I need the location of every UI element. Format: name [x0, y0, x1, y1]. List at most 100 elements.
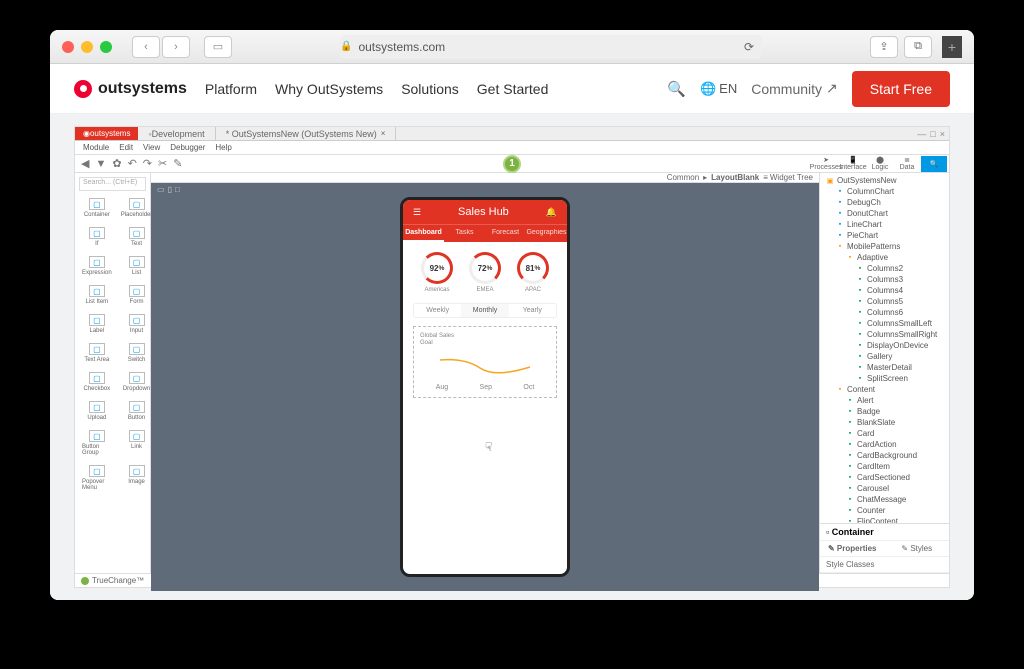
widget-text-area[interactable]: ▢Text Area — [79, 340, 115, 366]
widget-tree-button[interactable]: ≡ Widget Tree — [763, 173, 813, 182]
tree-item[interactable]: ▪Columns2 — [822, 263, 947, 274]
widget-label[interactable]: ▢Label — [79, 311, 115, 337]
widget-list-item[interactable]: ▢List Item — [79, 282, 115, 308]
nav-solutions[interactable]: Solutions — [401, 81, 459, 97]
widget-switch[interactable]: ▢Switch — [118, 340, 156, 366]
ide-tab-file[interactable]: * OutSystemsNew (OutSystems New)× — [216, 127, 397, 140]
bc-common[interactable]: Common — [667, 173, 699, 182]
tree-item[interactable]: ▪CardItem — [822, 461, 947, 472]
tree-item[interactable]: ▪Adaptive — [822, 252, 947, 263]
tree-item[interactable]: ▪Counter — [822, 505, 947, 516]
menu-debugger[interactable]: Debugger — [170, 143, 205, 152]
new-tab-button[interactable]: + — [942, 36, 962, 58]
tree-item[interactable]: ▪CardAction — [822, 439, 947, 450]
widget-link[interactable]: ▢Link — [118, 427, 156, 459]
design-canvas[interactable]: ▭▯□ ☰ Sales Hub 🔔 Dashboard — [151, 183, 819, 591]
tree-item[interactable]: ▪PieChart — [822, 230, 947, 241]
tree-item[interactable]: ▪Alert — [822, 395, 947, 406]
brush-icon[interactable]: ✎ — [173, 157, 182, 170]
prop-row[interactable]: Style Classes — [820, 557, 949, 573]
tree-item[interactable]: ▪ColumnChart — [822, 186, 947, 197]
tree-item[interactable]: ▪Card — [822, 428, 947, 439]
tree-item[interactable]: ▪Carousel — [822, 483, 947, 494]
search-panel-icon[interactable]: 🔍 — [921, 156, 947, 172]
ftab-monthly[interactable]: Monthly — [461, 304, 508, 317]
tree-item[interactable]: ▪DebugCh — [822, 197, 947, 208]
widget-expression[interactable]: ▢Expression — [79, 253, 115, 279]
menu-help[interactable]: Help — [215, 143, 231, 152]
start-free-button[interactable]: Start Free — [852, 71, 950, 107]
tree-item[interactable]: ▪ColumnsSmallLeft — [822, 318, 947, 329]
ide-tab-dev[interactable]: ◦ Development — [138, 127, 215, 140]
menu-view[interactable]: View — [143, 143, 160, 152]
search-icon[interactable]: 🔍 — [667, 80, 686, 98]
tree-item[interactable]: ▪Columns4 — [822, 285, 947, 296]
tree-item[interactable]: ▪MobilePatterns — [822, 241, 947, 252]
hamburger-icon[interactable]: ☰ — [413, 207, 421, 218]
widget-input[interactable]: ▢Input — [118, 311, 156, 337]
tree-item[interactable]: ▪ColumnsSmallRight — [822, 329, 947, 340]
tree-item[interactable]: ▪Columns3 — [822, 274, 947, 285]
tree-item[interactable]: ▪BlankSlate — [822, 417, 947, 428]
tab-forecast[interactable]: Forecast — [485, 225, 526, 242]
interface-icon[interactable]: 📱Interface — [840, 156, 866, 172]
widget-image[interactable]: ▢Image — [118, 462, 156, 494]
nav-why[interactable]: Why OutSystems — [275, 81, 383, 97]
ide-tab-app[interactable]: ◉ outsystems — [75, 127, 138, 140]
zoom-icon[interactable] — [100, 41, 112, 53]
redo-icon[interactable]: ↷ — [143, 157, 152, 170]
widget-placeholder[interactable]: ▢Placeholder — [118, 195, 156, 221]
bell-icon[interactable]: 🔔 — [546, 207, 557, 218]
menu-edit[interactable]: Edit — [119, 143, 133, 152]
tree-item[interactable]: ▪DisplayOnDevice — [822, 340, 947, 351]
undo-icon[interactable]: ↶ — [128, 157, 137, 170]
tab-tasks[interactable]: Tasks — [444, 225, 485, 242]
widget-container[interactable]: ▢Container — [79, 195, 115, 221]
widget-popover-menu[interactable]: ▢Popover Menu — [79, 462, 115, 494]
share-icon[interactable]: ⇪ — [870, 36, 898, 58]
element-tree[interactable]: ▣OutSystemsNew ▪ColumnChart▪DebugCh▪Donu… — [820, 173, 949, 523]
logic-icon[interactable]: ⬤Logic — [867, 156, 893, 172]
tab-styles[interactable]: ✎ Styles — [885, 541, 950, 556]
device-icon[interactable]: ▭ — [157, 185, 165, 194]
tree-item[interactable]: ▪SplitScreen — [822, 373, 947, 384]
truechange-button[interactable]: TrueChange™ — [81, 576, 144, 585]
device-icon[interactable]: ▯ — [168, 185, 172, 194]
bc-layout[interactable]: LayoutBlank — [711, 173, 759, 182]
minimize-icon[interactable] — [81, 41, 93, 53]
close-tab-icon[interactable]: × — [381, 129, 386, 138]
widget-if[interactable]: ▢If — [79, 224, 115, 250]
widget-text[interactable]: ▢Text — [118, 224, 156, 250]
tree-item[interactable]: ▪LineChart — [822, 219, 947, 230]
tab-properties[interactable]: ✎ Properties — [820, 541, 885, 556]
forward-button[interactable]: › — [162, 36, 190, 58]
tree-root[interactable]: ▣OutSystemsNew — [822, 175, 947, 186]
tree-item[interactable]: ▪Badge — [822, 406, 947, 417]
device-icon[interactable]: □ — [175, 185, 180, 194]
maximize-icon[interactable]: □ — [930, 129, 935, 139]
tree-item[interactable]: ▪FlipContent — [822, 516, 947, 523]
tree-item[interactable]: ▪Gallery — [822, 351, 947, 362]
widget-search[interactable]: Search... (Ctrl+E) — [79, 177, 146, 191]
tree-item[interactable]: ▪MasterDetail — [822, 362, 947, 373]
sidebar-button[interactable]: ▭ — [204, 36, 232, 58]
widget-list[interactable]: ▢List — [118, 253, 156, 279]
logo[interactable]: outsystems — [74, 80, 187, 98]
tab-dashboard[interactable]: Dashboard — [403, 225, 444, 242]
lang-switch[interactable]: 🌐 EN — [700, 81, 737, 97]
community-link[interactable]: Community ↗ — [751, 80, 838, 97]
nav-platform[interactable]: Platform — [205, 81, 257, 97]
tree-item[interactable]: ▪Content — [822, 384, 947, 395]
url-bar[interactable]: 🔒 outsystems.com ⟳ — [340, 35, 762, 59]
widget-button-group[interactable]: ▢Button Group — [79, 427, 115, 459]
tree-item[interactable]: ▪DonutChart — [822, 208, 947, 219]
cut-icon[interactable]: ✂ — [158, 157, 167, 170]
gear-icon[interactable]: ✿ — [112, 157, 121, 170]
close-icon[interactable] — [62, 41, 74, 53]
minimize-icon[interactable]: — — [917, 129, 926, 139]
close-icon[interactable]: × — [940, 129, 945, 139]
back-icon[interactable]: ◀ — [81, 157, 89, 170]
tree-item[interactable]: ▪Columns5 — [822, 296, 947, 307]
tree-item[interactable]: ▪CardSectioned — [822, 472, 947, 483]
reload-icon[interactable]: ⟳ — [744, 40, 754, 54]
